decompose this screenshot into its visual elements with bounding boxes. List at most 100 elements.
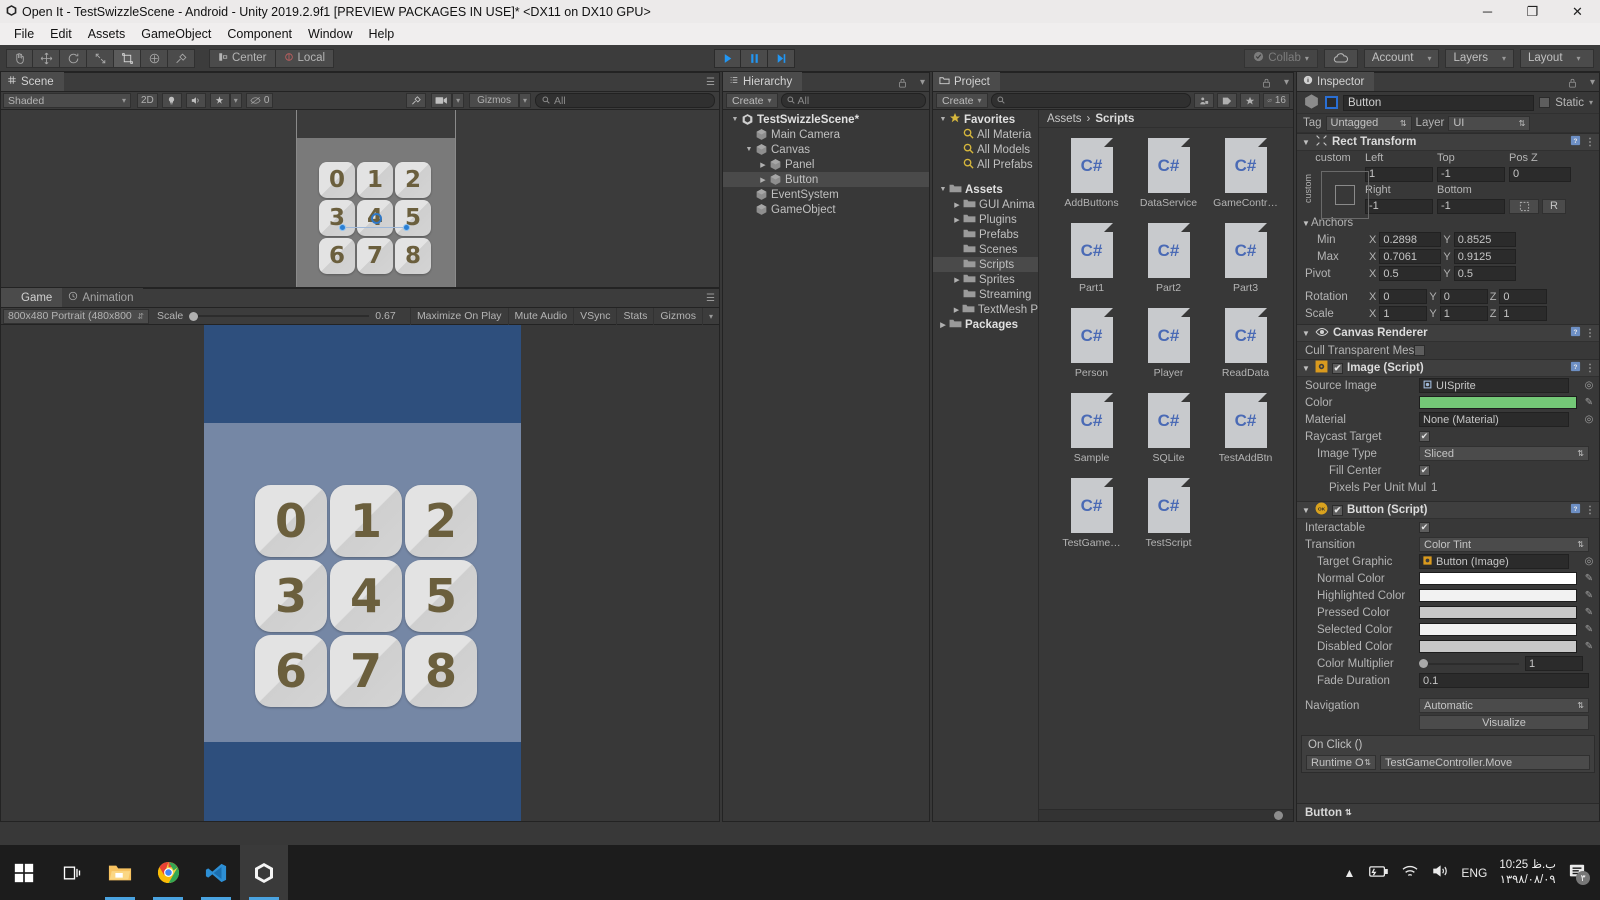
puzzle-tile-0[interactable]: 0 xyxy=(319,162,355,198)
hierarchy-item-panel[interactable]: ▶ Panel xyxy=(723,157,929,172)
scale-z-field[interactable]: 1 xyxy=(1499,306,1548,321)
button-color-swatch[interactable] xyxy=(1419,640,1577,653)
tab-game[interactable]: Game xyxy=(1,288,63,307)
onclick-function-dropdown[interactable]: TestGameController.Move xyxy=(1380,755,1590,770)
scene-lighting-icon[interactable] xyxy=(161,93,182,108)
scene-audio-icon[interactable] xyxy=(185,93,206,108)
top-field[interactable]: -1 xyxy=(1437,166,1505,182)
component-menu-icon[interactable]: ⋮ xyxy=(1585,363,1595,374)
project-zoom-slider[interactable] xyxy=(1039,809,1293,821)
asset-item[interactable]: C# TestGame… xyxy=(1053,478,1130,549)
lock-icon[interactable] xyxy=(1262,77,1271,91)
layer-dropdown[interactable]: UI ⇅ xyxy=(1448,115,1531,131)
tab-animation[interactable]: Animation xyxy=(62,288,144,307)
rotation-z-field[interactable]: 0 xyxy=(1499,289,1548,304)
project-tree-item-allmateria[interactable]: All Materia xyxy=(933,127,1038,142)
tab-inspector[interactable]: Inspector xyxy=(1297,72,1375,91)
scene-search-input[interactable]: All xyxy=(535,93,715,108)
image-type-dropdown[interactable]: Sliced ⇅ xyxy=(1419,446,1589,461)
puzzle-tile-3[interactable]: 3 xyxy=(319,200,355,236)
notification-icon[interactable]: ۳ xyxy=(1568,863,1590,885)
foldout-arrow-icon[interactable]: ▶ xyxy=(951,306,962,314)
help-icon[interactable]: ? xyxy=(1570,503,1581,517)
puzzle-tile-2[interactable]: 2 xyxy=(395,162,431,198)
scene-options-icon[interactable]: ☰ xyxy=(706,77,715,88)
scene-fx-dropdown[interactable]: ▾ xyxy=(229,93,242,108)
mute-audio-toggle[interactable]: Mute Audio xyxy=(507,307,574,325)
custom-tool-icon[interactable] xyxy=(168,48,195,68)
cull-transparent-checkbox[interactable] xyxy=(1414,345,1426,356)
project-zoom-knob[interactable] xyxy=(1274,811,1283,820)
eyedropper-icon[interactable]: ✎ xyxy=(1583,607,1595,618)
asset-item[interactable]: C# GameContr… xyxy=(1207,138,1284,209)
scene-hidden-objects-toggle[interactable]: 0 xyxy=(245,93,274,108)
hierarchy-item-maincamera[interactable]: Main Camera xyxy=(723,127,929,142)
scale-x-field[interactable]: 1 xyxy=(1379,306,1428,321)
rect-tool-icon[interactable] xyxy=(114,48,141,68)
menu-help[interactable]: Help xyxy=(360,25,402,43)
puzzle-tile-7[interactable]: 7 xyxy=(330,635,402,707)
asset-item[interactable]: C# ReadData xyxy=(1207,308,1284,379)
project-tree-item-textmeshp[interactable]: ▶ TextMesh P xyxy=(933,302,1038,317)
menu-file[interactable]: File xyxy=(6,25,42,43)
maximize-button[interactable]: ❐ xyxy=(1510,0,1555,23)
foldout-arrow-icon[interactable]: ▶ xyxy=(951,201,963,209)
game-options-icon[interactable]: ☰ xyxy=(706,293,715,304)
vscode-icon[interactable] xyxy=(192,845,240,900)
asset-item[interactable]: C# Person xyxy=(1053,308,1130,379)
eyedropper-icon[interactable]: ✎ xyxy=(1583,624,1595,635)
eyedropper-icon[interactable]: ✎ xyxy=(1583,397,1595,408)
hierarchy-options-icon[interactable]: ▾ xyxy=(920,77,925,88)
project-create-button[interactable]: Create ▾ xyxy=(936,93,988,108)
visualize-button[interactable]: Visualize xyxy=(1419,715,1589,730)
foldout-arrow-icon[interactable]: ▶ xyxy=(951,216,963,224)
navigation-dropdown[interactable]: Automatic ⇅ xyxy=(1419,698,1589,713)
image-material-field[interactable]: None (Material) xyxy=(1419,412,1569,427)
tag-dropdown[interactable]: Untagged ⇅ xyxy=(1325,115,1412,131)
onclick-runtime-dropdown[interactable]: Runtime O ⇅ xyxy=(1306,755,1376,770)
bottom-field[interactable]: -1 xyxy=(1437,198,1505,214)
help-icon[interactable]: ? xyxy=(1570,326,1581,340)
rotate-tool-icon[interactable] xyxy=(60,48,87,68)
foldout-arrow-icon[interactable]: ▼ xyxy=(1301,138,1311,147)
selection-handle-left[interactable] xyxy=(339,224,346,231)
task-view-icon[interactable] xyxy=(48,845,96,900)
language-indicator[interactable]: ENG xyxy=(1461,866,1487,880)
object-name-field[interactable]: Button xyxy=(1343,94,1535,111)
menu-gameobject[interactable]: GameObject xyxy=(133,25,219,43)
layout-dropdown[interactable]: Layout ▾ xyxy=(1520,48,1594,68)
lock-icon[interactable] xyxy=(1568,77,1577,91)
layers-dropdown[interactable]: Layers ▾ xyxy=(1445,48,1514,68)
move-tool-icon[interactable] xyxy=(33,48,60,68)
project-tree-item-streaming[interactable]: Streaming xyxy=(933,287,1038,302)
color-multiplier-field[interactable]: 1 xyxy=(1525,656,1583,671)
posz-field[interactable]: 0 xyxy=(1509,166,1571,182)
windows-start-icon[interactable] xyxy=(0,845,48,900)
foldout-arrow-icon[interactable]: ▼ xyxy=(1301,364,1311,373)
fade-duration-field[interactable]: 0.1 xyxy=(1419,673,1589,688)
anchor-preset-widget[interactable] xyxy=(1321,171,1369,219)
volume-icon[interactable] xyxy=(1431,864,1449,881)
breadcrumb-assets[interactable]: Assets xyxy=(1047,113,1082,125)
help-icon[interactable]: ? xyxy=(1570,135,1581,149)
image-color-swatch[interactable] xyxy=(1419,396,1577,409)
left-field[interactable]: 1 xyxy=(1365,166,1433,182)
target-graphic-field[interactable]: Button (Image) xyxy=(1419,554,1569,569)
shading-mode-dropdown[interactable]: Shaded ▾ xyxy=(3,93,131,108)
component-menu-icon[interactable]: ⋮ xyxy=(1585,328,1595,339)
asset-item[interactable]: C# DataService xyxy=(1130,138,1207,209)
scale-y-field[interactable]: 1 xyxy=(1439,306,1488,321)
puzzle-tile-5[interactable]: 5 xyxy=(405,560,477,632)
anchor-max-y-field[interactable]: 0.9125 xyxy=(1453,249,1516,264)
rect-transform-header[interactable]: ▼ Rect Transform ? ⋮ xyxy=(1297,133,1599,151)
filter-by-type-icon[interactable] xyxy=(1193,93,1214,108)
foldout-arrow-icon[interactable]: ▼ xyxy=(937,116,949,123)
project-tree-item-scripts[interactable]: Scripts xyxy=(933,257,1038,272)
project-tree-item-sprites[interactable]: ▶ Sprites xyxy=(933,272,1038,287)
puzzle-tile-2[interactable]: 2 xyxy=(405,485,477,557)
puzzle-tile-6[interactable]: 6 xyxy=(255,635,327,707)
filter-by-label-icon[interactable] xyxy=(1216,93,1237,108)
transform-tool-icon[interactable] xyxy=(141,48,168,68)
step-button[interactable] xyxy=(768,48,795,68)
lock-icon[interactable] xyxy=(898,77,907,91)
